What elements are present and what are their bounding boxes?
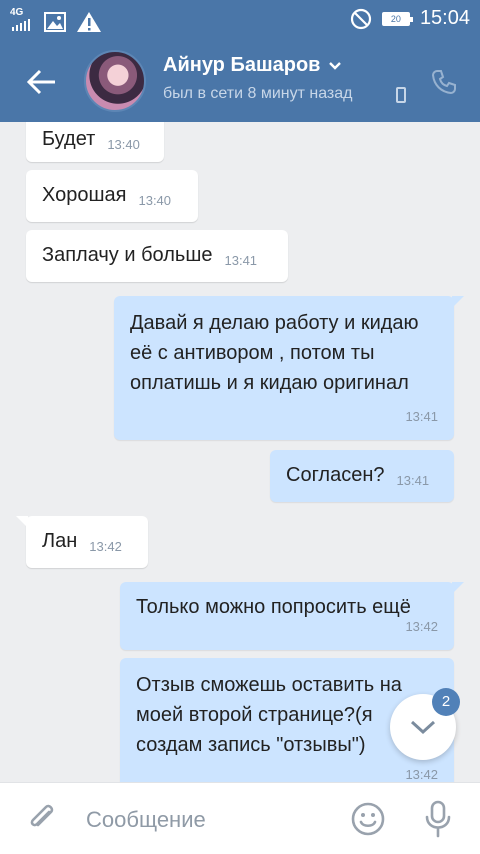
status-left: 4G <box>10 8 102 36</box>
message-bubble-incoming[interactable]: Хорошая 13:40 <box>26 170 198 222</box>
message-composer <box>0 782 480 854</box>
emoji-button[interactable] <box>350 801 386 837</box>
chevron-down-icon <box>329 61 342 70</box>
image-notification-icon <box>44 12 66 32</box>
message-bubble-outgoing[interactable]: Только можно попросить ещё 13:42 <box>120 582 464 650</box>
status-right: 20 15:04 <box>350 7 470 30</box>
message-text: Будет <box>42 128 96 150</box>
clock: 15:04 <box>419 7 470 29</box>
message-bubble-incoming[interactable]: Лан 13:42 <box>16 516 148 568</box>
message-bubble-incoming[interactable]: Заплачу и больше 13:41 <box>26 230 288 282</box>
attach-button[interactable] <box>24 801 60 837</box>
message-text: Согласен? <box>286 464 385 486</box>
unread-count-badge: 2 <box>432 688 460 716</box>
bubble-tail <box>452 582 464 594</box>
microphone-icon <box>425 800 451 838</box>
message-time: 13:40 <box>107 137 140 152</box>
network-type: 4G <box>10 7 24 18</box>
message-time: 13:42 <box>405 767 438 782</box>
message-list[interactable]: Будет 13:40 Хорошая 13:40 Заплачу и больше… <box>0 122 480 782</box>
message-bubble-incoming[interactable]: Будет 13:40 <box>26 122 164 162</box>
bubble-tail <box>452 296 464 308</box>
message-time: 13:42 <box>405 619 438 634</box>
message-time: 13:41 <box>405 409 438 424</box>
smiley-icon <box>351 802 385 836</box>
warning-icon <box>77 12 101 32</box>
contact-title[interactable]: Айнур Башаров <box>163 54 342 77</box>
signal-icon <box>12 19 30 31</box>
status-bar: 4G 20 15:04 <box>0 0 480 40</box>
message-time: 13:41 <box>224 253 258 268</box>
message-bubble-outgoing[interactable]: Согласен? 13:41 <box>270 450 454 502</box>
message-time: 13:41 <box>396 473 430 488</box>
last-seen-status: был в сети 8 минут назад <box>163 85 353 102</box>
message-text: Заплачу и больше <box>42 244 213 266</box>
call-button[interactable] <box>428 66 460 98</box>
message-time: 13:42 <box>89 539 122 554</box>
mobile-phone-icon <box>396 87 406 103</box>
message-input[interactable] <box>86 803 326 837</box>
chat-header: Айнур Башаров был в сети 8 минут назад <box>0 40 480 122</box>
message-text: Давай я делаю работу и кидаю её с антиво… <box>130 312 419 394</box>
message-bubble-outgoing[interactable]: Давай я делаю работу и кидаю её с антиво… <box>114 296 464 440</box>
network-indicator: 4G <box>10 8 34 36</box>
voice-message-button[interactable] <box>420 799 456 839</box>
paperclip-icon <box>30 804 54 827</box>
contact-name: Айнур Башаров <box>163 54 321 76</box>
phone-icon <box>431 70 456 95</box>
message-text: Лан <box>42 530 78 552</box>
battery-icon: 20 <box>381 11 413 26</box>
back-button[interactable] <box>22 62 62 102</box>
do-not-disturb-icon <box>350 8 372 29</box>
arrow-left-icon <box>27 69 55 95</box>
bubble-tail <box>16 516 28 528</box>
contact-avatar[interactable] <box>84 50 146 112</box>
message-text: Хорошая <box>42 184 127 206</box>
message-time: 13:40 <box>138 193 172 208</box>
chevron-down-icon <box>410 720 436 735</box>
